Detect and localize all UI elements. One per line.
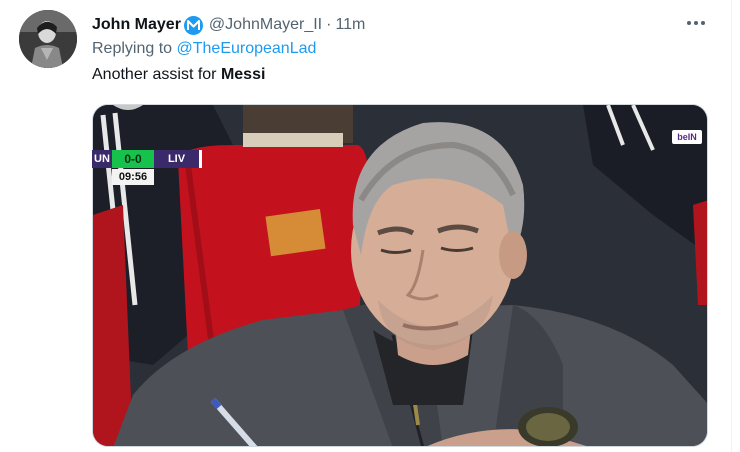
scorebug-home-team: UN xyxy=(92,150,112,168)
more-options-button[interactable] xyxy=(682,12,710,34)
scorebug-score: 0-0 xyxy=(112,150,154,168)
reply-mention-link[interactable]: @TheEuropeanLad xyxy=(177,40,317,57)
tweet-text-plain: Another assist for xyxy=(92,66,217,83)
timeline-border xyxy=(731,0,732,452)
tweet-text-bold: Messi xyxy=(220,66,266,83)
more-dots-icon xyxy=(687,21,705,25)
scorebug-away-team: LIV xyxy=(154,150,202,168)
avatar-image xyxy=(19,10,77,68)
broadcaster-logo: beIN xyxy=(672,130,702,144)
reply-prefix: Replying to xyxy=(92,40,173,57)
tweet-header: John Mayer @JohnMayer_II · 11m xyxy=(92,14,365,36)
author-handle[interactable]: @JohnMayer_II xyxy=(209,16,322,34)
tweet-timestamp[interactable]: 11m xyxy=(335,16,365,34)
scorebug-clock: 09:56 xyxy=(112,169,154,185)
reply-context: Replying to @TheEuropeanLad xyxy=(92,40,316,58)
verified-m-badge-icon xyxy=(183,15,203,35)
author-display-name[interactable]: John Mayer xyxy=(92,16,181,34)
header-separator: · xyxy=(326,16,332,33)
tweet-card[interactable]: John Mayer @JohnMayer_II · 11m Replying … xyxy=(0,0,740,452)
avatar[interactable] xyxy=(19,10,77,68)
tweet-text: Another assist for Messi xyxy=(92,66,265,84)
